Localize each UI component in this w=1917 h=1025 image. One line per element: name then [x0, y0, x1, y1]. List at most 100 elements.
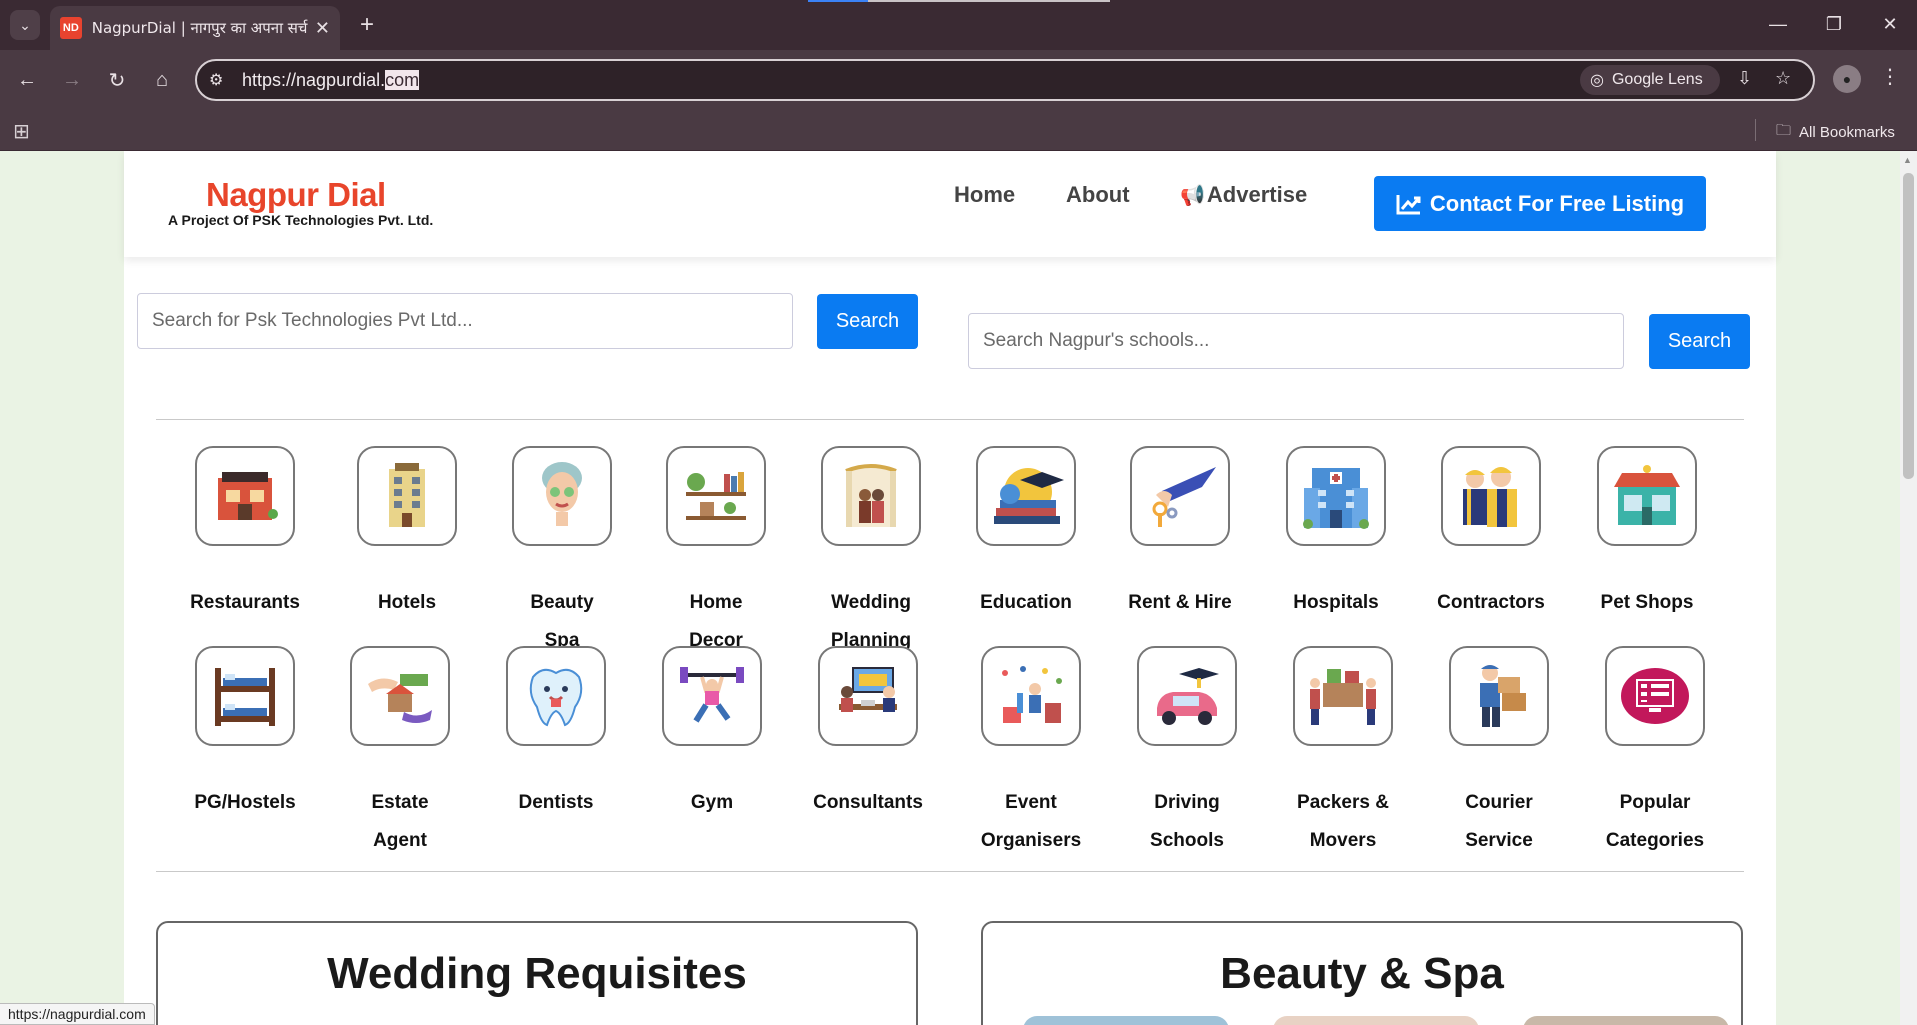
category-education[interactable]: Education — [956, 446, 1096, 622]
wedding-icon — [821, 446, 921, 546]
category-label: Consultants — [813, 792, 923, 813]
thumbnail-image[interactable] — [1273, 1016, 1479, 1025]
site-header: Nagpur Dial A Project Of PSK Technologie… — [124, 151, 1776, 257]
restore-icon[interactable]: ❐ — [1812, 8, 1856, 40]
url-text[interactable]: https://nagpurdial.com — [242, 70, 420, 91]
contact-free-listing-button[interactable]: Contact For Free Listing — [1374, 176, 1706, 231]
school-search-button[interactable]: Search — [1649, 314, 1750, 369]
category-pg-hostels[interactable]: PG/Hostels — [175, 646, 315, 822]
category-label: Pet Shops — [1600, 592, 1694, 613]
all-bookmarks-label: All Bookmarks — [1799, 124, 1895, 141]
category-dentists[interactable]: Dentists — [486, 646, 626, 822]
category-estate-agent[interactable]: Estate Agent — [330, 646, 470, 860]
nav-advertise-label: Advertise — [1206, 182, 1308, 207]
consultant-icon — [818, 646, 918, 746]
minimize-icon[interactable]: — — [1756, 8, 1800, 40]
school-search-input[interactable]: Search Nagpur's schools... — [968, 313, 1624, 369]
car-icon — [1137, 646, 1237, 746]
beauty-spa-icon — [512, 446, 612, 546]
favicon-icon: ND — [60, 17, 82, 39]
nav-home[interactable]: Home — [954, 182, 1015, 208]
folder-icon: 🗀 — [1776, 122, 1792, 139]
forward-icon[interactable]: → — [56, 64, 88, 96]
restaurant-icon — [195, 446, 295, 546]
loading-indicator — [808, 0, 1110, 2]
category-label: Event Organisers — [980, 792, 1082, 851]
company-search-input[interactable]: Search for Psk Technologies Pvt Ltd... — [137, 293, 793, 349]
category-beauty-spa[interactable]: Beauty Spa — [492, 446, 632, 660]
tooth-icon — [506, 646, 606, 746]
category-driving-schools[interactable]: Driving Schools — [1117, 646, 1257, 860]
scroll-up-icon[interactable]: ▲ — [1903, 155, 1912, 165]
menu-icon[interactable]: ⋮ — [1880, 64, 1900, 89]
bookmark-star-icon[interactable]: ☆ — [1775, 68, 1791, 89]
tab-strip: ⌄ ND NagpurDial | नागपुर का अपना सर्च ✕ … — [0, 0, 1917, 50]
category-home-decor[interactable]: Home Decor — [646, 446, 786, 660]
beauty-spa-card: Beauty & Spa — [981, 921, 1743, 1025]
bottom-divider — [156, 871, 1744, 872]
bookmarks-separator — [1755, 119, 1756, 141]
category-popular-categories[interactable]: Popular Categories — [1585, 646, 1725, 860]
apps-grid-icon[interactable]: ⊞ — [13, 119, 30, 144]
top-divider — [156, 419, 1744, 420]
category-hotels[interactable]: Hotels — [337, 446, 477, 622]
page-container: Nagpur Dial A Project Of PSK Technologie… — [124, 151, 1776, 1025]
company-search-button[interactable]: Search — [817, 294, 918, 349]
cta-label: Contact For Free Listing — [1429, 190, 1685, 216]
nav-about[interactable]: About — [1066, 182, 1130, 208]
category-label: Dentists — [518, 792, 594, 813]
category-label: Popular Categories — [1605, 792, 1705, 851]
category-consultants[interactable]: Consultants — [798, 646, 938, 822]
category-contractors[interactable]: Contractors — [1421, 446, 1561, 622]
category-label: Packers & Movers — [1297, 792, 1389, 851]
category-wedding-planning[interactable]: Wedding Planning — [801, 446, 941, 660]
category-packers-movers[interactable]: Packers & Movers — [1273, 646, 1413, 860]
new-tab-button[interactable]: + — [352, 10, 382, 40]
category-event-organisers[interactable]: Event Organisers — [961, 646, 1101, 860]
category-label: Hospitals — [1293, 592, 1379, 613]
category-label: Gym — [690, 792, 734, 813]
google-lens-button[interactable]: ◎ Google Lens — [1580, 65, 1720, 95]
address-bar[interactable]: ⚙ https://nagpurdial.com ◎ Google Lens ⇩… — [195, 59, 1815, 101]
category-label: Contractors — [1437, 592, 1545, 613]
tab-search-button[interactable]: ⌄ — [10, 10, 40, 40]
hospital-icon — [1286, 446, 1386, 546]
back-icon[interactable]: ← — [11, 64, 43, 96]
profile-avatar-icon[interactable]: ● — [1833, 65, 1861, 93]
chevron-down-icon: ⌄ — [19, 16, 31, 33]
nav-advertise[interactable]: 📢Advertise — [1180, 182, 1307, 208]
reload-icon[interactable]: ↻ — [101, 64, 133, 96]
close-window-icon[interactable]: ✕ — [1868, 8, 1912, 40]
site-logo-subtitle: A Project Of PSK Technologies Pvt. Ltd. — [168, 212, 434, 228]
gym-icon — [662, 646, 762, 746]
home-icon[interactable]: ⌂ — [146, 64, 178, 96]
category-hospitals[interactable]: Hospitals — [1266, 446, 1406, 622]
browser-tab-active[interactable]: ND NagpurDial | नागपुर का अपना सर्च ✕ — [50, 6, 340, 50]
section-title: Beauty & Spa — [1220, 949, 1504, 998]
tab-close-icon[interactable]: ✕ — [315, 18, 330, 39]
thumbnail-image[interactable] — [1023, 1016, 1229, 1025]
status-bar-url: https://nagpurdial.com — [0, 1003, 155, 1025]
packers-icon — [1293, 646, 1393, 746]
chart-line-icon — [1396, 194, 1421, 214]
category-pet-shops[interactable]: Pet Shops — [1577, 446, 1717, 622]
category-restaurants[interactable]: Restaurants — [175, 446, 315, 622]
wedding-requisites-card: Wedding Requisites — [156, 921, 918, 1025]
url-selection: com — [385, 70, 420, 90]
google-lens-label: Google Lens — [1611, 71, 1703, 88]
category-gym[interactable]: Gym — [642, 646, 782, 822]
category-courier-service[interactable]: Courier Service — [1429, 646, 1569, 860]
thumbnail-image[interactable] — [1523, 1016, 1729, 1025]
category-label: Estate Agent — [371, 792, 429, 851]
contractor-icon — [1441, 446, 1541, 546]
scrollbar-thumb[interactable] — [1903, 173, 1914, 479]
rent-hire-icon — [1130, 446, 1230, 546]
site-info-icon[interactable]: ⚙ — [209, 70, 223, 90]
all-bookmarks-button[interactable]: 🗀 All Bookmarks — [1776, 120, 1895, 145]
category-rent-hire[interactable]: Rent & Hire — [1110, 446, 1250, 622]
hotel-icon — [357, 446, 457, 546]
page-scrollbar[interactable]: ▲ — [1900, 151, 1917, 1025]
event-icon — [981, 646, 1081, 746]
install-app-icon[interactable]: ⇩ — [1737, 68, 1752, 89]
site-logo[interactable]: Nagpur Dial — [206, 176, 386, 214]
